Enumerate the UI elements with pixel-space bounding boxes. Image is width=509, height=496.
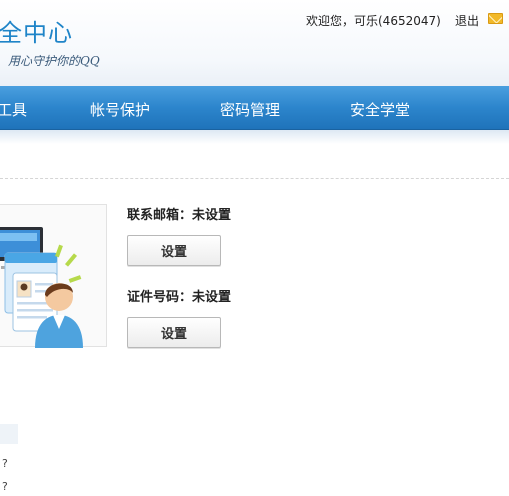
- envelope-icon[interactable]: [488, 13, 503, 24]
- logout-link[interactable]: 退出: [455, 12, 479, 29]
- logo-subtitle: 用心守护你的QQ: [8, 54, 100, 68]
- security-illustration-graphic: [0, 227, 83, 348]
- id-set-button[interactable]: 设置: [127, 317, 221, 348]
- email-set-button[interactable]: 设置: [127, 235, 221, 266]
- nav-item-password-management[interactable]: 密码管理: [220, 99, 280, 120]
- nav-shadow: [0, 130, 509, 144]
- id-number-status: 证件号码：未设置: [127, 290, 232, 305]
- welcome-text: 欢迎您，可乐(4652047): [306, 14, 441, 28]
- site-header: 全中心 用心守护你的QQ 欢迎您，可乐(4652047) 退出: [0, 0, 509, 86]
- nav-item-account-protection[interactable]: 帐号保护: [90, 99, 150, 120]
- security-illustration: [0, 204, 107, 348]
- contact-email-status: 联系邮箱：未设置: [127, 208, 232, 223]
- faq-link-fragment[interactable]: ?: [2, 480, 8, 493]
- nav-item-tools[interactable]: 工具: [0, 99, 27, 120]
- main-nav: 工具 帐号保护 密码管理 安全学堂: [0, 86, 509, 130]
- section-divider: [0, 178, 509, 179]
- faq-link-fragment[interactable]: ?: [2, 457, 8, 470]
- nav-item-security-school[interactable]: 安全学堂: [350, 99, 410, 120]
- logo-title: 全中心: [0, 19, 73, 47]
- side-panel-fragment: [0, 424, 18, 444]
